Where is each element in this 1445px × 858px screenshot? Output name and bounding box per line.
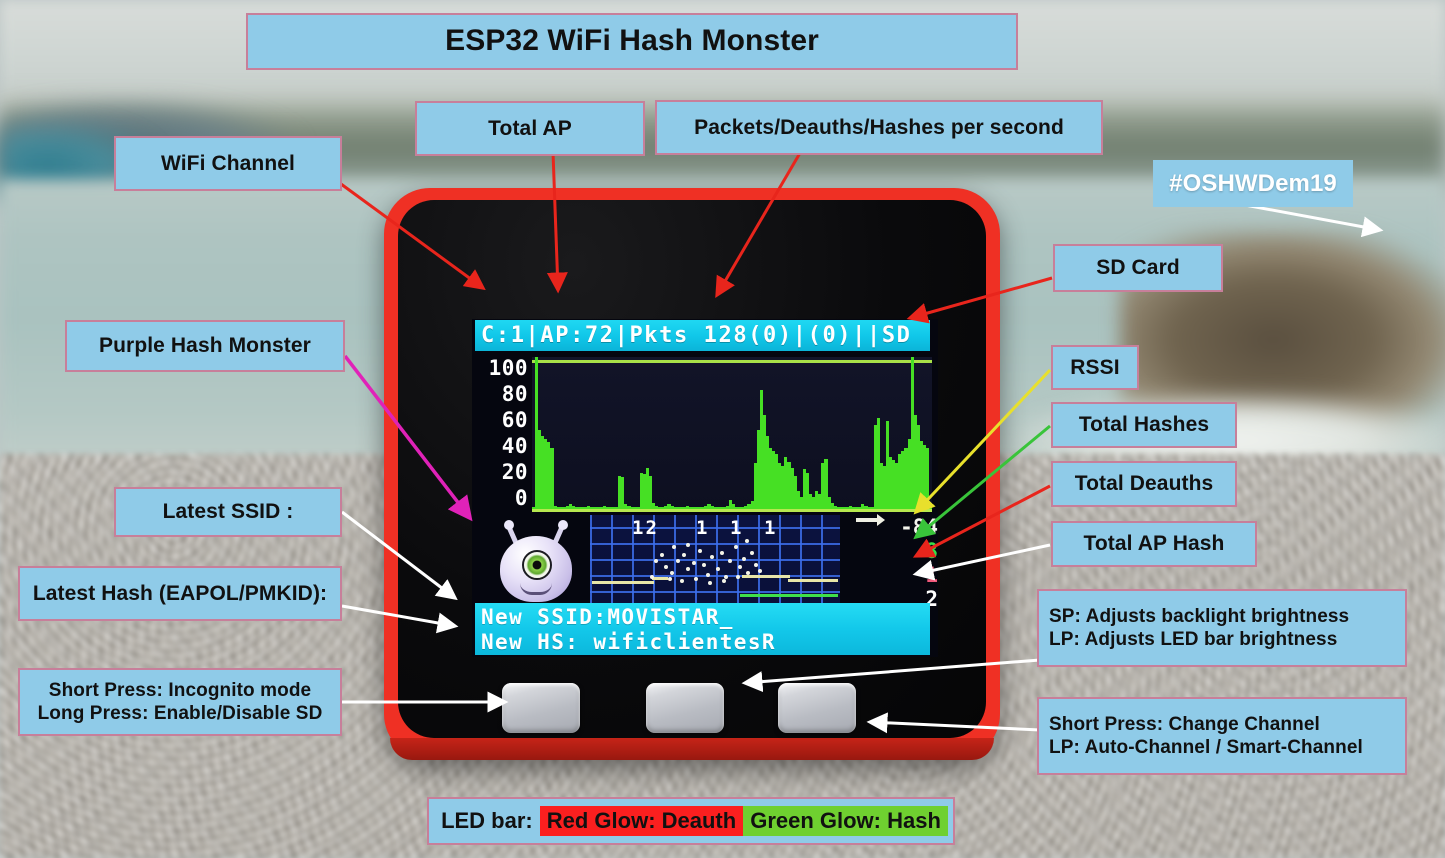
waterfall-dot xyxy=(682,553,686,557)
lcd-footer-info: New SSID:MOVISTAR_ New HS: wificlientesR xyxy=(475,603,930,655)
waterfall-dot xyxy=(668,577,672,581)
esp32-device: C:1|AP:72|Pkts 128(0)|(0)||SD 100 80 60 … xyxy=(384,188,1000,760)
waterfall-dot xyxy=(738,565,742,569)
rssi-arrow-icon xyxy=(856,514,885,526)
waterfall-trace-b xyxy=(652,577,668,580)
y-tick-40: 40 xyxy=(501,434,528,458)
monster-antenna-left-tip xyxy=(504,520,514,530)
led-legend-prefix: LED bar: xyxy=(441,808,533,833)
waterfall-trace-d xyxy=(788,579,838,582)
waterfall-dot xyxy=(722,579,726,583)
readout-total-deauths: 1 xyxy=(925,563,938,587)
monster-head xyxy=(500,536,572,602)
label-left-button: Short Press: Incognito mode Long Press: … xyxy=(18,668,342,736)
chart-y-axis: 100 80 60 40 20 0 xyxy=(472,355,528,515)
label-purple-monster: Purple Hash Monster xyxy=(65,320,345,372)
monster-mouth xyxy=(520,583,552,595)
chart-bar xyxy=(926,448,930,509)
waterfall-dot xyxy=(664,565,668,569)
readout-rssi-row: -84 xyxy=(848,514,938,539)
chart-bars xyxy=(532,357,933,509)
monster-antenna-right-tip xyxy=(558,520,568,530)
y-tick-0: 0 xyxy=(514,486,528,510)
waterfall-dot xyxy=(702,563,706,567)
device-bottom-edge xyxy=(390,738,994,760)
lcd-status-bar: C:1|AP:72|Pkts 128(0)|(0)||SD xyxy=(475,320,930,351)
waterfall-trace-c xyxy=(742,575,790,578)
label-latest-hash: Latest Hash (EAPOL/PMKID): xyxy=(18,566,342,621)
label-hashtag: #OSHWDem19 xyxy=(1153,160,1353,207)
waterfall-dot xyxy=(686,567,690,571)
waterfall-dot xyxy=(660,553,664,557)
monster-eye xyxy=(522,550,552,580)
readout-total-hashes: 8 xyxy=(925,539,938,563)
waterfall-dot xyxy=(710,555,714,559)
waterfall-dot xyxy=(698,549,702,553)
label-total-hashes: Total Hashes xyxy=(1051,402,1237,448)
chart-bar xyxy=(550,448,554,509)
waterfall-dot xyxy=(758,569,762,573)
y-tick-60: 60 xyxy=(501,408,528,432)
button-left[interactable] xyxy=(502,683,580,733)
waterfall-dot xyxy=(745,539,749,543)
wf-count-1: 12 xyxy=(632,517,659,539)
waterfall-dot xyxy=(754,563,758,567)
waterfall-dot xyxy=(692,561,696,565)
waterfall-dot xyxy=(650,575,654,579)
waterfall-dot xyxy=(734,545,738,549)
lcd-readouts: -84 8 1 2 xyxy=(848,514,938,611)
wf-count-2: 1 xyxy=(696,517,710,539)
waterfall-dot xyxy=(720,551,724,555)
waterfall-dot xyxy=(694,577,698,581)
label-wifi-channel: WiFi Channel xyxy=(114,136,342,191)
chart-baseline xyxy=(532,509,932,512)
y-tick-100: 100 xyxy=(488,356,528,380)
waterfall-dot xyxy=(736,575,740,579)
readout-rssi-value: -84 xyxy=(900,515,938,539)
wf-count-4: 1 xyxy=(764,517,778,539)
button-middle[interactable] xyxy=(646,683,724,733)
button-right[interactable] xyxy=(778,683,856,733)
channel-waterfall-panel: 12 1 1 1 xyxy=(590,515,840,609)
page-title: ESP32 WiFi Hash Monster xyxy=(246,13,1018,70)
label-sd-card: SD Card xyxy=(1053,244,1223,292)
waterfall-dot xyxy=(670,571,674,575)
y-tick-80: 80 xyxy=(501,382,528,406)
purple-hash-monster-icon xyxy=(494,519,578,605)
label-total-deauths: Total Deauths xyxy=(1051,461,1237,507)
waterfall-dot xyxy=(750,551,754,555)
label-total-ap: Total AP xyxy=(415,101,645,156)
waterfall-dot xyxy=(728,559,732,563)
waterfall-trace-a xyxy=(592,581,654,584)
led-legend-red: Red Glow: Deauth xyxy=(539,806,744,836)
label-latest-ssid: Latest SSID : xyxy=(114,487,342,537)
packets-bar-chart xyxy=(532,357,933,512)
y-tick-20: 20 xyxy=(501,460,528,484)
waterfall-dot xyxy=(680,579,684,583)
waterfall-dot xyxy=(746,571,750,575)
waterfall-dot xyxy=(742,557,746,561)
waterfall-dot xyxy=(672,545,676,549)
footer-latest-hash: New HS: wificlientesR xyxy=(481,630,776,654)
label-total-ap-hash: Total AP Hash xyxy=(1051,521,1257,567)
label-right-button: Short Press: Change Channel LP: Auto-Cha… xyxy=(1037,697,1407,775)
waterfall-dot xyxy=(654,559,658,563)
screenshot-root: C:1|AP:72|Pkts 128(0)|(0)||SD 100 80 60 … xyxy=(0,0,1445,858)
device-body: C:1|AP:72|Pkts 128(0)|(0)||SD 100 80 60 … xyxy=(398,200,986,738)
waterfall-dot xyxy=(686,543,690,547)
label-packets-rate: Packets/Deauths/Hashes per second xyxy=(655,100,1103,155)
label-rssi: RSSI xyxy=(1051,345,1139,390)
waterfall-green-bar-right xyxy=(740,594,838,597)
label-middle-button: SP: Adjusts backlight brightness LP: Adj… xyxy=(1037,589,1407,667)
footer-latest-ssid: New SSID:MOVISTAR_ xyxy=(481,605,734,629)
waterfall-channel-counts: 12 1 1 1 xyxy=(590,517,840,541)
waterfall-dot xyxy=(716,567,720,571)
wf-count-3: 1 xyxy=(730,517,744,539)
waterfall-dot xyxy=(708,581,712,585)
waterfall-dot xyxy=(676,559,680,563)
device-lcd-screen: C:1|AP:72|Pkts 128(0)|(0)||SD 100 80 60 … xyxy=(472,319,938,657)
waterfall-dot xyxy=(706,573,710,577)
led-legend-green: Green Glow: Hash xyxy=(743,806,948,836)
led-bar-legend: LED bar: Red Glow: Deauth Green Glow: Ha… xyxy=(427,797,955,845)
